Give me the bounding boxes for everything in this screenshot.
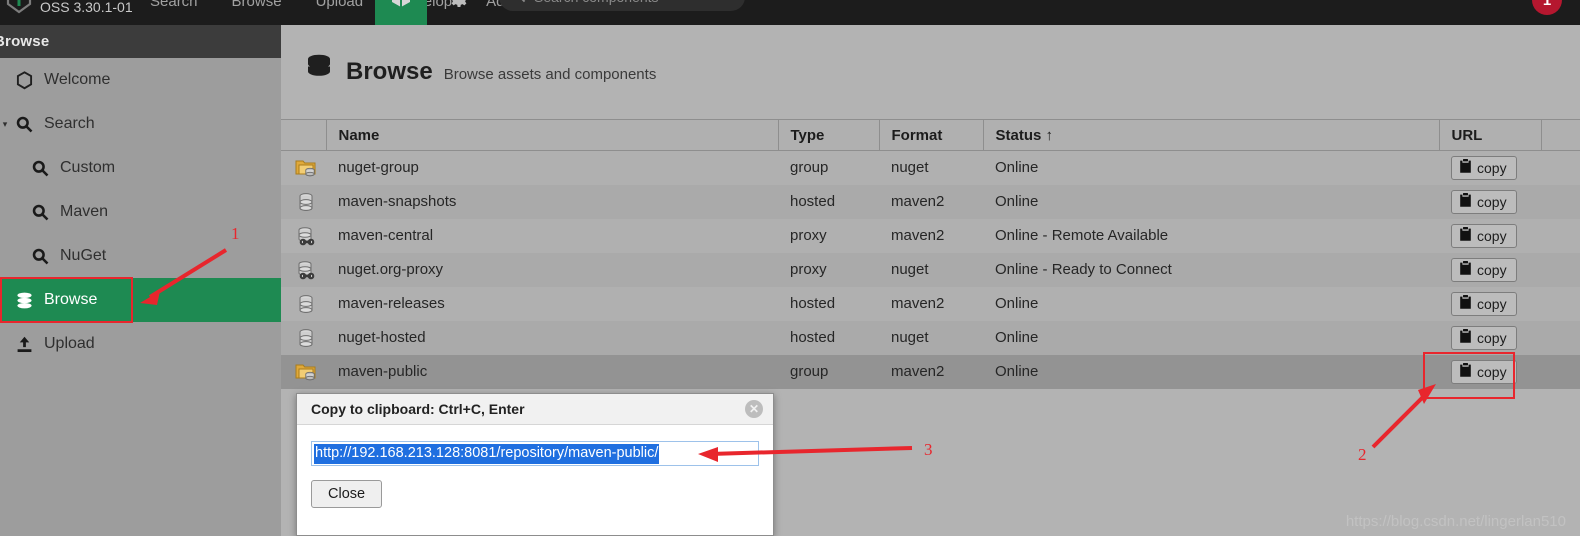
annotation-arrow-3 bbox=[698, 446, 913, 462]
application-window: Sonatype Nexus Repository Manager OSS 3.… bbox=[0, 0, 1580, 536]
annotation-marker-3: 3 bbox=[924, 440, 933, 459]
